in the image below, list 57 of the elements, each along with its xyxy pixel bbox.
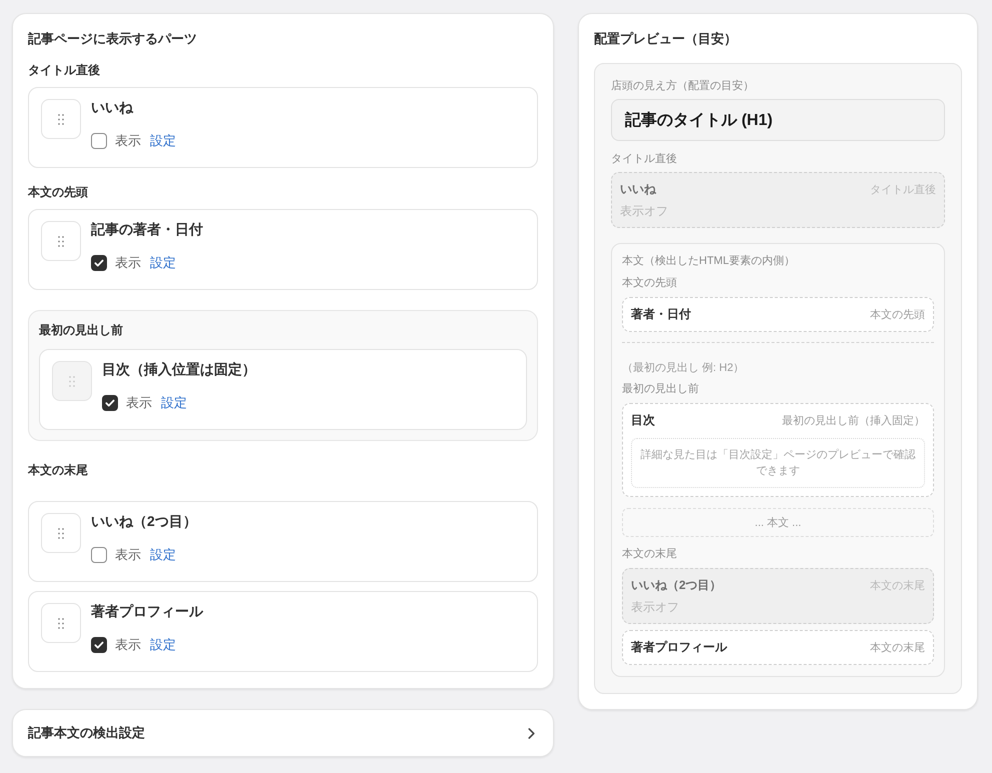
checkbox-label[interactable]: 表示: [115, 636, 141, 654]
grip-icon: [58, 236, 64, 246]
settings-link[interactable]: 設定: [161, 394, 187, 412]
heading-marker-text: （最初の見出し 例: H2）: [622, 361, 746, 375]
settings-link[interactable]: 設定: [150, 546, 176, 564]
part-name: 著者・日付: [631, 306, 691, 322]
part-name: いいね（2つ目）: [631, 577, 722, 593]
checkbox[interactable]: [91, 547, 107, 563]
body-content-block: ... 本文 ...: [622, 508, 934, 537]
drag-handle[interactable]: [41, 99, 81, 139]
drag-handle[interactable]: [41, 513, 81, 553]
checkbox-label[interactable]: 表示: [115, 132, 141, 150]
article-title-block: 記事のタイトル (H1): [611, 99, 945, 141]
card-title: 記事ページに表示するパーツ: [28, 30, 198, 48]
preview-caption: 店頭の見え方（配置の目安）: [611, 79, 755, 93]
settings-link[interactable]: 設定: [150, 636, 176, 654]
note-box: 詳細な見た目は「目次設定」ページのプレビューで確認できます: [631, 438, 925, 488]
settings-link[interactable]: 設定: [150, 132, 176, 150]
position-label: 本文の先頭: [622, 276, 678, 290]
settings-link[interactable]: 設定: [150, 254, 176, 272]
part-name: いいね: [91, 98, 134, 116]
section-label: 最初の見出し前: [39, 322, 124, 338]
position-label: タイトル直後: [611, 152, 678, 166]
part-name: 記事の著者・日付: [91, 220, 203, 238]
position-label: 最初の見出し前: [622, 382, 700, 396]
checkbox[interactable]: [91, 255, 107, 271]
checkbox[interactable]: [91, 637, 107, 653]
position-tag: 本文の先頭: [870, 307, 925, 323]
grip-icon: [58, 528, 64, 538]
section-label: 本文の先頭: [28, 184, 89, 200]
grip-icon: [69, 376, 75, 386]
part-name: 著者プロフィール: [631, 639, 727, 655]
part-name: 著者プロフィール: [91, 602, 203, 620]
checkbox-label[interactable]: 表示: [115, 254, 141, 272]
section-label: 本文の末尾: [28, 462, 89, 478]
position-label: 本文の末尾: [622, 547, 678, 561]
checkbox[interactable]: [91, 133, 107, 149]
part-name: いいね（2つ目）: [91, 512, 197, 530]
checkbox-label[interactable]: 表示: [115, 546, 141, 564]
part-name: 目次（挿入位置は固定）: [102, 360, 256, 378]
drag-handle[interactable]: [41, 603, 81, 643]
detection-settings-button[interactable]: 記事本文の検出設定: [12, 709, 554, 757]
position-tag: 本文の末尾: [870, 640, 925, 656]
part-name: いいね: [620, 181, 656, 197]
status-text: 表示オフ: [631, 599, 680, 615]
checkbox-label[interactable]: 表示: [126, 394, 152, 412]
chevron-icon: [528, 728, 535, 738]
drag-handle[interactable]: [41, 221, 81, 261]
card-title: 配置プレビュー（目安）: [594, 30, 738, 48]
status-text: 表示オフ: [620, 203, 669, 219]
part-name: 目次: [631, 412, 655, 428]
checkbox[interactable]: [102, 395, 118, 411]
body-area-label: 本文（検出したHTML要素の内側）: [622, 254, 796, 268]
section-label: タイトル直後: [28, 62, 101, 78]
grip-icon: [58, 618, 64, 628]
position-tag: 最初の見出し前（挿入固定）: [782, 413, 925, 429]
grip-icon: [58, 114, 64, 124]
